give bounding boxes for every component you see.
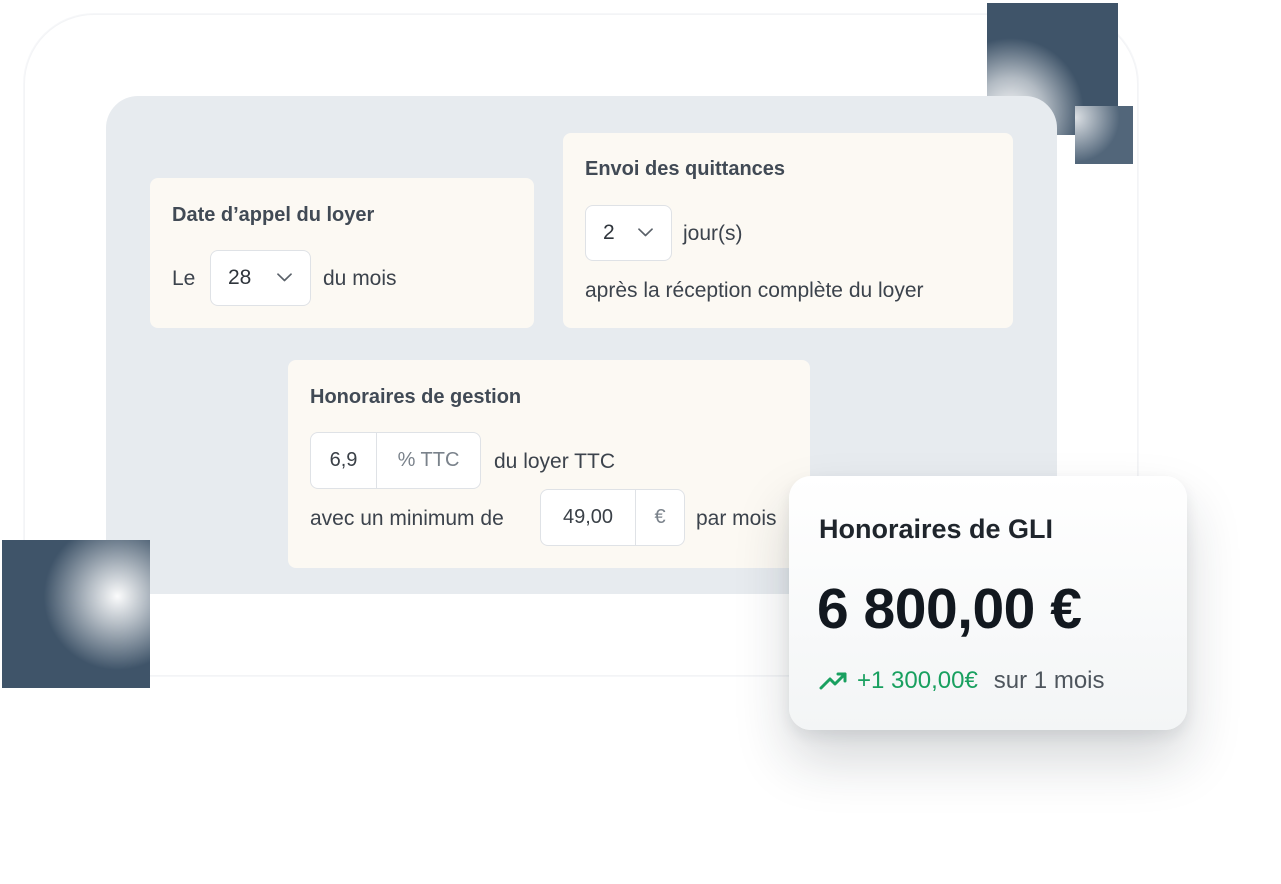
date-appel-suffix: du mois xyxy=(323,267,397,290)
quittances-unit: jour(s) xyxy=(683,222,743,245)
chevron-down-icon xyxy=(638,228,653,237)
chevron-down-icon xyxy=(277,273,292,282)
day-select-value: 28 xyxy=(228,266,252,289)
honoraires-gestion-title: Honoraires de gestion xyxy=(310,386,522,408)
min-input-group: 49,00 € xyxy=(540,489,685,546)
min-prefix: avec un minimum de xyxy=(310,507,504,530)
gli-trend: +1 300,00€ sur 1 mois xyxy=(819,667,1105,695)
day-select[interactable]: 28 xyxy=(210,250,311,306)
trending-up-icon xyxy=(819,672,847,690)
quittances-description: après la réception complète du loyer xyxy=(585,279,924,302)
min-input[interactable]: 49,00 xyxy=(541,490,636,545)
days-select-value: 2 xyxy=(603,221,615,244)
rate-unit: % TTC xyxy=(397,449,460,471)
decorative-square-top-small xyxy=(1075,106,1133,164)
days-select[interactable]: 2 xyxy=(585,205,672,261)
gli-delta: +1 300,00€ xyxy=(857,667,978,694)
rate-input[interactable]: 6,9 xyxy=(311,433,377,488)
quittances-card: Envoi des quittances 2 jour(s) après la … xyxy=(563,133,1013,328)
gli-amount: 6 800,00 € xyxy=(817,577,1082,641)
date-appel-card: Date d’appel du loyer Le 28 du mois xyxy=(150,178,534,328)
date-appel-prefix: Le xyxy=(172,267,196,290)
date-appel-title: Date d’appel du loyer xyxy=(172,204,375,226)
honoraires-gestion-card: Honoraires de gestion 6,9 % TTC du loyer… xyxy=(288,360,810,568)
decorative-square-left xyxy=(2,540,150,688)
gli-period: sur 1 mois xyxy=(993,667,1105,694)
gli-card: Honoraires de GLI 6 800,00 € +1 300,00€ … xyxy=(789,476,1187,730)
quittances-title: Envoi des quittances xyxy=(585,158,786,180)
gli-title: Honoraires de GLI xyxy=(819,514,1054,544)
min-suffix: par mois xyxy=(696,507,777,530)
rate-suffix: du loyer TTC xyxy=(494,450,615,473)
rate-input-group: 6,9 % TTC xyxy=(310,432,481,489)
min-unit: € xyxy=(654,506,666,528)
